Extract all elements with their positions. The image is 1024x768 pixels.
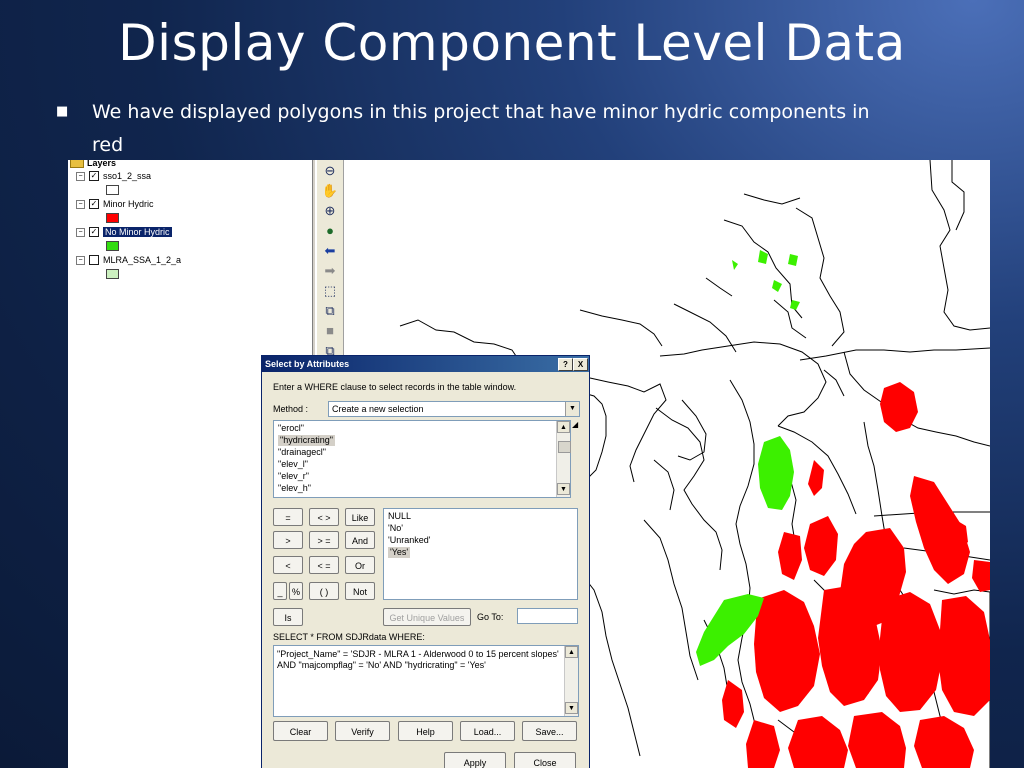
clear-button[interactable]: Clear [273,721,328,741]
load-button[interactable]: Load... [460,721,515,741]
tools-toolbar: ⊖ ✋ ⊕ ● ⬅ ➡ ⬚ ⧉ ■ ⧉ [317,160,344,360]
bullet-marker-icon: ■ [56,104,69,119]
goto-label: Go To: [477,612,504,622]
dropdown-arrow-icon[interactable]: ▼ [565,402,579,416]
value-item[interactable]: 'Unranked' [388,535,430,546]
arcmap-screenshot: Layers − ✓ sso1_2_ssa − ✓ Minor Hydric −… [68,160,990,768]
layer-row[interactable]: − ✓ No Minor Hydric [76,226,172,238]
field-item[interactable]: "drainagecl" [278,447,326,458]
dialog-title: Select by Attributes [265,359,350,369]
layers-header: Layers [87,160,117,168]
operator-underscore-button[interactable]: _ [273,582,287,600]
operator-equals-button[interactable]: = [273,508,303,526]
layer-visibility-checkbox[interactable]: ✓ [89,227,99,237]
verify-button[interactable]: Verify [335,721,390,741]
operator-not-button[interactable]: Not [345,582,375,600]
zoom-in-icon[interactable]: ⊕ [321,202,339,220]
goto-input[interactable] [517,608,578,624]
collapse-icon[interactable]: − [76,199,85,209]
layer-symbol-swatch[interactable] [106,185,119,195]
value-item-selected[interactable]: 'Yes' [388,547,411,558]
operator-greater-equal-button[interactable]: > = [309,531,339,549]
slide-title: Display Component Level Data [118,14,906,72]
get-unique-values-button[interactable]: Get Unique Values [383,608,471,626]
operator-parentheses-button[interactable]: ( ) [309,582,339,600]
collapse-icon[interactable]: − [76,255,85,265]
select-elements-icon[interactable]: ⧉ [321,302,339,320]
layer-label[interactable]: MLRA_SSA_1_2_a [103,255,181,265]
close-title-button[interactable]: X [573,358,588,371]
layer-symbol-swatch[interactable] [106,213,119,223]
scroll-up-icon[interactable]: ▲ [557,421,570,433]
scroll-down-icon[interactable]: ▼ [557,483,570,495]
select-features-icon[interactable]: ⬚ [321,282,339,300]
operator-like-button[interactable]: Like [345,508,375,526]
layer-label[interactable]: No Minor Hydric [103,227,172,237]
layer-symbol-swatch[interactable] [106,269,119,279]
operator-greater-button[interactable]: > [273,531,303,549]
fields-scrollbar[interactable]: ▲ ▼ [556,421,571,497]
value-item[interactable]: 'No' [388,523,403,534]
where-clause-textarea[interactable]: "Project_Name" = 'SDJR - MLRA 1 - Alderw… [273,645,579,717]
dialog-titlebar[interactable]: Select by Attributes [262,356,589,372]
layer-label[interactable]: sso1_2_ssa [103,171,151,181]
method-label: Method : [273,404,309,414]
select-by-attributes-dialog: Select by Attributes ? X Enter a WHERE c… [261,355,590,768]
layer-symbol-swatch[interactable] [106,241,119,251]
field-item-selected[interactable]: "hydricrating" [278,435,335,446]
method-select[interactable]: Create a new selection ▼ [328,401,580,417]
operator-less-button[interactable]: < [273,556,303,574]
close-button[interactable]: Close [514,752,576,768]
forward-icon[interactable]: ➡ [321,262,339,280]
field-item[interactable]: "elev_r" [278,471,309,482]
layer-label[interactable]: Minor Hydric [103,199,154,209]
layer-visibility-checkbox[interactable]: ✓ [89,199,99,209]
zoom-out-icon[interactable]: ⊖ [321,162,339,180]
collapse-icon[interactable]: − [76,171,85,181]
value-item[interactable]: NULL [388,511,411,522]
field-item[interactable]: "erocl" [278,423,304,434]
scroll-thumb[interactable] [558,441,571,453]
operator-is-button[interactable]: Is [273,608,303,626]
globe-icon[interactable]: ● [321,222,339,240]
help-button[interactable]: Help [398,721,453,741]
operator-less-equal-button[interactable]: < = [309,556,339,574]
apply-button[interactable]: Apply [444,752,506,768]
layer-visibility-checkbox[interactable]: ✓ [89,171,99,181]
layer-row[interactable]: − ✓ Minor Hydric [76,198,154,210]
operator-percent-button[interactable]: % [289,582,303,600]
collapse-icon[interactable]: − [76,227,85,237]
layers-root[interactable]: Layers [70,160,116,169]
stop-icon[interactable]: ■ [321,322,339,340]
layers-folder-icon [70,160,84,168]
pan-icon[interactable]: ✋ [321,182,339,200]
instruction-text: Enter a WHERE clause to select records i… [273,382,517,392]
scroll-down-icon[interactable]: ▼ [565,702,578,714]
field-item[interactable]: "elev_h" [278,483,311,494]
layer-row[interactable]: − ✓ sso1_2_ssa [76,170,151,182]
unique-values-list[interactable]: NULL 'No' 'Unranked' 'Yes' [383,508,578,600]
scroll-up-icon[interactable]: ▲ [565,646,578,658]
layer-row[interactable]: − MLRA_SSA_1_2_a [76,254,181,266]
fields-list[interactable]: "erocl" "hydricrating" "drainagecl" "ele… [273,420,571,498]
save-button[interactable]: Save... [522,721,577,741]
operator-and-button[interactable]: And [345,531,375,549]
help-title-button[interactable]: ? [558,358,573,371]
field-item[interactable]: "elev_l" [278,459,308,470]
select-clause-label: SELECT * FROM SDJRdata WHERE: [273,632,425,642]
operator-or-button[interactable]: Or [345,556,375,574]
bullet-text: We have displayed polygons in this proje… [92,101,870,156]
back-icon[interactable]: ⬅ [321,242,339,260]
where-clause-text: "Project_Name" = 'SDJR - MLRA 1 - Alderw… [277,649,559,670]
resize-grip-icon[interactable]: ◢ [572,420,578,429]
query-scrollbar[interactable]: ▲ ▼ [564,646,578,716]
operator-not-equals-button[interactable]: < > [309,508,339,526]
method-value: Create a new selection [332,404,424,414]
layer-visibility-checkbox[interactable] [89,255,99,265]
